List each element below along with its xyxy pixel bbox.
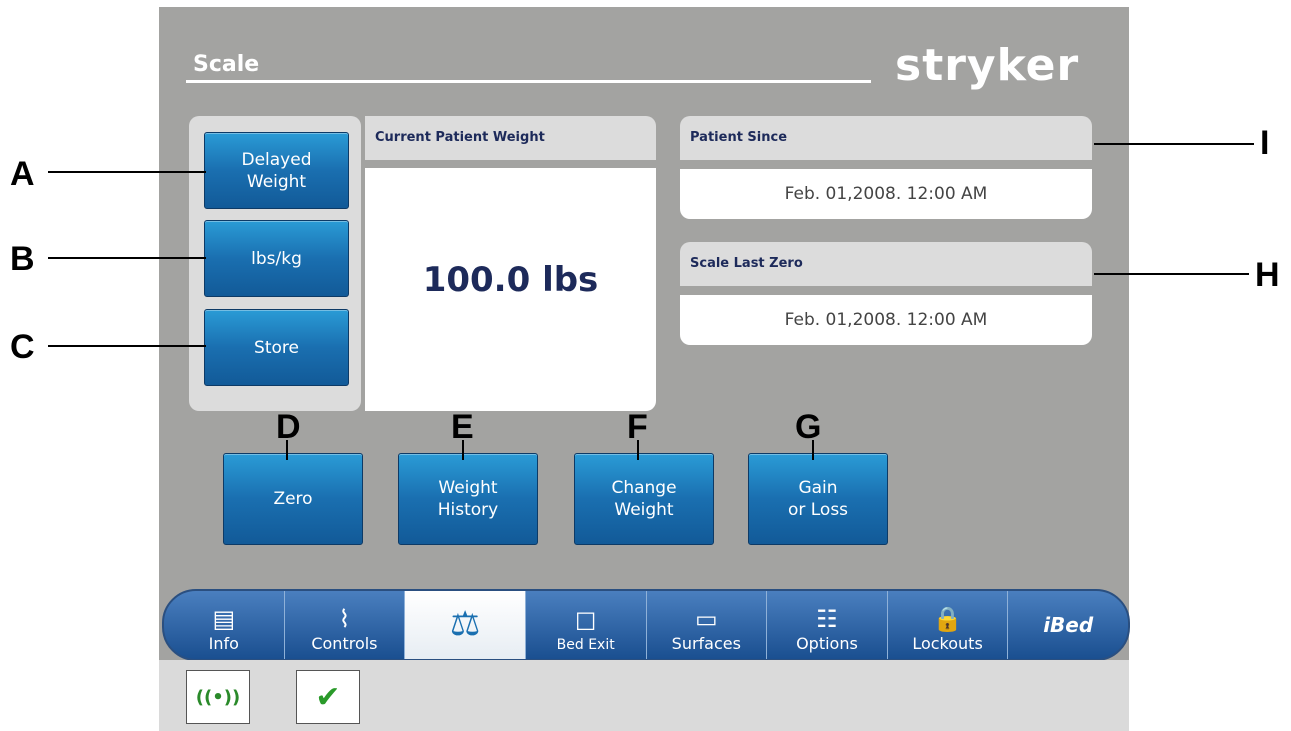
callout-g-line: [812, 440, 814, 460]
callout-i: I: [1260, 124, 1270, 162]
weight-history-button[interactable]: Weight History: [398, 453, 538, 545]
lbs-kg-button[interactable]: lbs/kg: [204, 220, 349, 297]
scale-last-zero-value: Feb. 01,2008. 12:00 AM: [680, 295, 1092, 345]
callout-g: G: [795, 408, 822, 446]
weight-history-label: Weight History: [437, 478, 499, 520]
callout-i-line: [1094, 143, 1254, 145]
bed-exit-icon: ☐: [574, 608, 597, 636]
surface-icon: ▭: [694, 605, 718, 633]
tab-ibed[interactable]: iBed: [1008, 591, 1128, 659]
scale-last-zero-header: Scale Last Zero: [680, 242, 1092, 286]
bottom-nav-bar: ▤ Info ⌇ Controls ⚖ ☐ Bed Exit ▭ Surface…: [162, 589, 1130, 661]
title-underline: [186, 80, 871, 83]
bed-check-icon[interactable]: ✔: [296, 670, 360, 724]
wireless-icon[interactable]: ((•)): [186, 670, 250, 724]
delayed-weight-button[interactable]: Delayed Weight: [204, 132, 349, 209]
current-weight-header: Current Patient Weight: [365, 116, 656, 160]
tab-options-label: Options: [796, 634, 858, 653]
tab-surfaces-label: Surfaces: [671, 634, 741, 653]
page-title: Scale: [193, 52, 260, 77]
store-label: Store: [254, 337, 299, 358]
stryker-logo: stryker: [895, 40, 1080, 91]
current-weight-display: 100.0 lbs: [365, 168, 656, 411]
tab-controls[interactable]: ⌇ Controls: [285, 591, 406, 659]
patient-since-header: Patient Since: [680, 116, 1092, 160]
tab-controls-label: Controls: [311, 634, 378, 653]
tab-ibed-label: iBed: [1043, 613, 1094, 637]
callout-c-line: [48, 345, 206, 347]
tab-info[interactable]: ▤ Info: [164, 591, 285, 659]
callout-b-line: [48, 257, 206, 259]
zero-button[interactable]: Zero: [223, 453, 363, 545]
lbs-kg-label: lbs/kg: [251, 248, 302, 269]
tab-bed-exit-label: Bed Exit: [556, 637, 615, 653]
gain-or-loss-button[interactable]: Gain or Loss: [748, 453, 888, 545]
patient-since-header-label: Patient Since: [690, 130, 788, 145]
tab-lockouts-label: Lockouts: [912, 634, 983, 653]
tab-scale[interactable]: ⚖: [405, 591, 526, 659]
options-sliders-icon: ☷: [816, 605, 838, 633]
store-button[interactable]: Store: [204, 309, 349, 386]
callout-c: C: [10, 328, 35, 366]
callout-b: B: [10, 240, 35, 278]
callout-h: H: [1255, 256, 1280, 294]
tab-surfaces[interactable]: ▭ Surfaces: [647, 591, 768, 659]
callout-a: A: [10, 155, 35, 193]
callout-f-line: [637, 440, 639, 460]
scale-last-zero-header-label: Scale Last Zero: [690, 256, 803, 271]
callout-d: D: [276, 408, 301, 446]
tab-bed-exit[interactable]: ☐ Bed Exit: [526, 591, 647, 659]
delayed-weight-label: Delayed Weight: [241, 149, 312, 192]
callout-h-line: [1094, 273, 1249, 275]
patient-since-value: Feb. 01,2008. 12:00 AM: [680, 169, 1092, 219]
callout-e-line: [462, 440, 464, 460]
tab-lockouts[interactable]: 🔒 Lockouts: [888, 591, 1009, 659]
current-weight-value: 100.0 lbs: [422, 260, 599, 300]
lock-icon: 🔒: [932, 605, 963, 633]
callout-d-line: [286, 440, 288, 460]
current-weight-header-label: Current Patient Weight: [375, 130, 545, 145]
tab-info-label: Info: [208, 634, 239, 653]
scale-icon: ⚖: [449, 604, 481, 644]
info-icon: ▤: [212, 605, 236, 633]
patient-bed-icon: ⌇: [338, 605, 351, 633]
change-weight-label: Change Weight: [611, 478, 677, 520]
change-weight-button[interactable]: Change Weight: [574, 453, 714, 545]
callout-a-line: [48, 171, 206, 173]
gain-or-loss-label: Gain or Loss: [787, 478, 849, 520]
zero-label: Zero: [273, 489, 313, 509]
tab-options[interactable]: ☷ Options: [767, 591, 888, 659]
